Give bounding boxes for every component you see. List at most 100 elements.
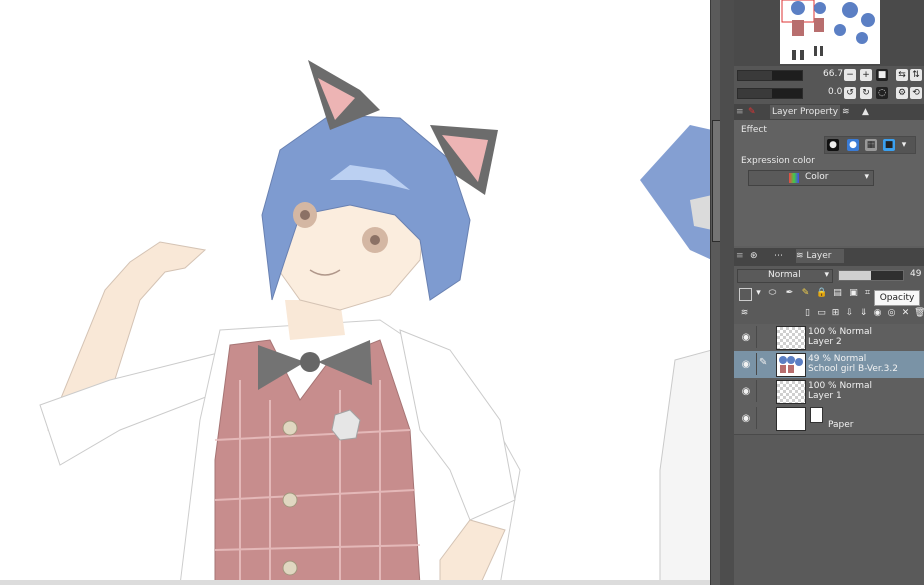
fit-screen-icon[interactable]: ■ bbox=[876, 69, 888, 81]
drawing-canvas[interactable] bbox=[0, 0, 710, 585]
apply-mask-icon[interactable]: ◎ bbox=[886, 308, 897, 319]
rotate-right-icon[interactable]: ↻ bbox=[860, 87, 872, 99]
ruler-icon[interactable]: ⌗ bbox=[862, 288, 873, 299]
layer-panel: Normal ▾ 49 ▾ ⬭ ✒ ✎ 🔒 ▤ ▣ ⌗ Opacity ≋ ▯ … bbox=[734, 266, 924, 585]
transfer-down-icon[interactable]: ⇩ bbox=[844, 308, 855, 319]
chevron-down-icon: ▾ bbox=[864, 172, 869, 182]
layer-mask-enable-icon[interactable]: ▣ bbox=[848, 288, 859, 299]
reset-rotation-icon[interactable]: ◌ bbox=[876, 87, 888, 99]
zoom-value: 66.7 bbox=[823, 69, 844, 79]
panel-dock-strip bbox=[720, 0, 735, 585]
navigator-panel bbox=[734, 0, 924, 66]
blend-mode-dropdown[interactable]: Normal ▾ bbox=[737, 269, 833, 283]
layer-toolbar-bottom: ≋ ▯ ▭ ⊞ ⇩ ⇓ ◉ ◎ ✕ 🗑 bbox=[734, 306, 924, 322]
layer-thumbnail bbox=[776, 407, 806, 431]
layer-property-tabs: ≡ ✎ Layer Property ≋ ▲ bbox=[734, 104, 924, 120]
opacity-value: 49 bbox=[910, 269, 922, 279]
layer-name: School girl B-Ver.3.2 bbox=[808, 364, 898, 374]
layer-stack-icon[interactable]: ≋ bbox=[739, 308, 750, 319]
expression-color-value: Color bbox=[805, 172, 829, 182]
layer-opacity-mode: 100 % Normal bbox=[808, 327, 873, 337]
zoom-out-icon[interactable]: − bbox=[844, 69, 856, 81]
layer-name: Paper bbox=[828, 420, 854, 430]
tab-layer-object-icon[interactable]: ▲ bbox=[862, 105, 876, 119]
rotation-slider[interactable] bbox=[737, 88, 803, 99]
layer-opacity-mode: 49 % Normal bbox=[808, 354, 867, 364]
tab-layer-search-icon[interactable]: ≋ bbox=[842, 105, 856, 119]
layer-row-paper[interactable]: ◉ Paper bbox=[734, 405, 924, 435]
blend-mode-value: Normal bbox=[768, 270, 801, 280]
navigator-reset-icon[interactable]: ⟲ bbox=[910, 87, 922, 99]
layer-opacity-mode: 100 % Normal bbox=[808, 381, 873, 391]
visibility-eye-icon[interactable]: ◉ bbox=[740, 359, 752, 370]
lock-icon[interactable]: 🔒 bbox=[816, 288, 827, 299]
merge-down-icon[interactable]: ⇓ bbox=[858, 308, 869, 319]
tab-layer[interactable]: ≋ Layer bbox=[796, 249, 844, 263]
chevron-down-icon: ▾ bbox=[824, 270, 829, 280]
opacity-tooltip: Opacity bbox=[874, 290, 920, 306]
visibility-eye-icon[interactable]: ◉ bbox=[740, 413, 752, 424]
right-panel: 66.7 − + ■ ⇆ ⇅ 0.0 ↺ ↻ ◌ ⚙ ⟲ ≡ ✎ Layer P… bbox=[734, 0, 924, 585]
pen-edit-icon: ✎ bbox=[759, 357, 768, 368]
character-artwork bbox=[39, 60, 710, 585]
panel-menu-icon[interactable]: ≡ bbox=[736, 105, 746, 119]
create-mask-icon[interactable]: ◉ bbox=[872, 308, 883, 319]
layer-thumbnail bbox=[776, 380, 806, 404]
paper-layer-icon bbox=[810, 407, 823, 423]
clear-layer-icon[interactable]: ✕ bbox=[900, 308, 911, 319]
layer-row-layer-2[interactable]: ◉ 100 % Normal Layer 2 bbox=[734, 324, 924, 352]
layer-color-icon[interactable] bbox=[739, 288, 752, 301]
effect-buttons: ● ● ▦ ■ ▾ bbox=[824, 136, 916, 154]
draft-layer-icon[interactable]: ✒ bbox=[784, 288, 795, 299]
opacity-slider[interactable] bbox=[838, 270, 904, 281]
expression-color-dropdown[interactable]: Color ▾ bbox=[748, 170, 874, 186]
navigator-controls: 66.7 − + ■ ⇆ ⇅ 0.0 ↺ ↻ ◌ ⚙ ⟲ bbox=[734, 66, 924, 104]
reference-layer-icon[interactable]: ⬭ bbox=[767, 288, 778, 299]
new-folder-icon[interactable]: ⊞ bbox=[830, 308, 841, 319]
edit-target-cell[interactable]: ✎ bbox=[756, 353, 771, 375]
secondary-character bbox=[640, 125, 710, 585]
expression-color-effect-icon[interactable]: ● bbox=[847, 139, 859, 151]
edit-target-cell[interactable] bbox=[756, 380, 771, 402]
visibility-eye-icon[interactable]: ◉ bbox=[740, 332, 752, 343]
canvas-status-strip bbox=[0, 580, 710, 585]
chevron-down-icon[interactable]: ▾ bbox=[753, 288, 764, 299]
layer-row-layer-1[interactable]: ◉ 100 % Normal Layer 1 bbox=[734, 378, 924, 406]
tab-layer-label: Layer bbox=[806, 251, 832, 261]
border-effect-icon[interactable]: ● bbox=[827, 139, 839, 151]
delete-layer-icon[interactable]: 🗑 bbox=[914, 308, 924, 319]
layer-name: Layer 1 bbox=[808, 391, 842, 401]
zoom-slider[interactable] bbox=[737, 70, 803, 81]
layer-name: Layer 2 bbox=[808, 337, 842, 347]
edit-target-cell[interactable] bbox=[756, 407, 771, 429]
rotate-left-icon[interactable]: ↺ bbox=[844, 87, 856, 99]
visibility-eye-icon[interactable]: ◉ bbox=[740, 386, 752, 397]
layer-panel-tabs: ≡ ⊛ ⋯ ≋ Layer bbox=[734, 248, 924, 266]
lock-transparent-icon[interactable]: ▤ bbox=[832, 288, 843, 299]
tab-layer-property[interactable]: Layer Property bbox=[770, 105, 840, 119]
navigator-option-icon[interactable]: ⚙ bbox=[896, 87, 908, 99]
tone-effect-icon[interactable]: ▦ bbox=[865, 139, 877, 151]
tab-timeline-icon[interactable]: ⋯ bbox=[774, 249, 788, 263]
navigator-preview[interactable] bbox=[780, 0, 880, 64]
color-swatch-icon bbox=[789, 173, 799, 183]
layer-thumbnail bbox=[776, 326, 806, 350]
effect-label: Effect bbox=[741, 125, 767, 135]
zoom-in-icon[interactable]: + bbox=[860, 69, 872, 81]
flip-horizontal-icon[interactable]: ⇆ bbox=[896, 69, 908, 81]
panel-menu-icon[interactable]: ≡ bbox=[736, 249, 746, 263]
main-character bbox=[39, 60, 521, 585]
layer-row-school-girl[interactable]: ◉ ✎ 49 % Normal School girl B-Ver.3.2 bbox=[734, 351, 924, 379]
layer-property-icon: ✎ bbox=[748, 107, 756, 117]
layer-color-effect-icon[interactable]: ■ bbox=[883, 139, 895, 151]
new-raster-layer-icon[interactable]: ▯ bbox=[802, 308, 813, 319]
layer-property-panel: Effect ● ● ▦ ■ ▾ Expression color Color … bbox=[734, 120, 924, 246]
new-vector-layer-icon[interactable]: ▭ bbox=[816, 308, 827, 319]
effect-dropdown-icon[interactable]: ▾ bbox=[898, 139, 910, 151]
tab-animation-icon[interactable]: ⊛ bbox=[750, 249, 764, 263]
mask-icon[interactable]: ✎ bbox=[800, 288, 811, 299]
edit-target-cell[interactable] bbox=[756, 326, 771, 348]
rotation-value: 0.0 bbox=[828, 87, 843, 97]
layer-thumbnail bbox=[776, 353, 806, 377]
flip-vertical-icon[interactable]: ⇅ bbox=[910, 69, 922, 81]
